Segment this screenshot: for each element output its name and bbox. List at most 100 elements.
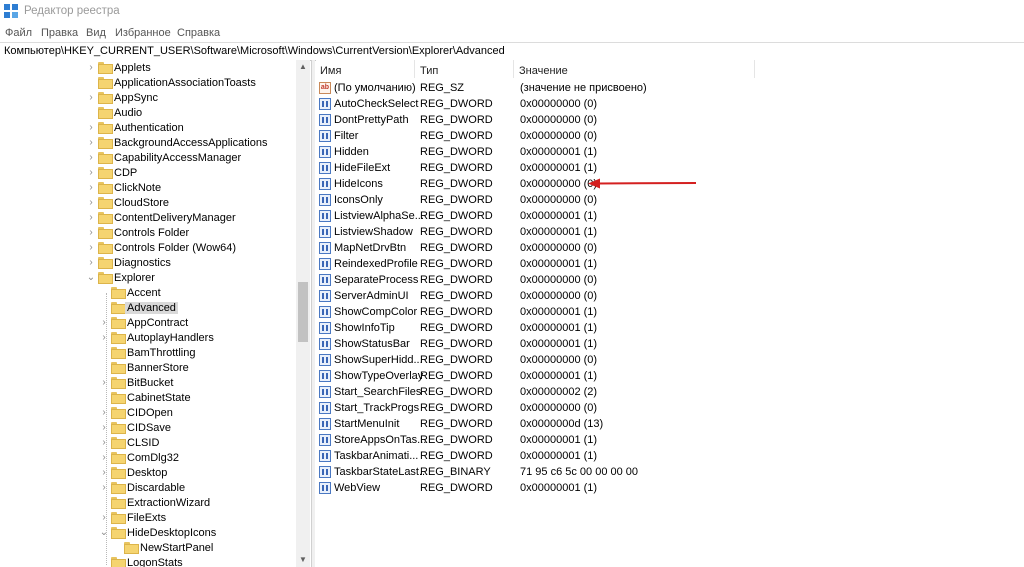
table-row[interactable]: ListviewAlphaSe... REG_DWORD 0x00000001 … (316, 209, 1016, 224)
column-divider[interactable] (513, 60, 514, 78)
binary-value-icon (319, 338, 331, 350)
chevron-right-icon[interactable]: › (86, 63, 96, 73)
table-row[interactable]: ReindexedProfile REG_DWORD 0x00000001 (1… (316, 257, 1016, 272)
table-row[interactable]: ShowTypeOverlay REG_DWORD 0x00000001 (1) (316, 369, 1016, 384)
chevron-right-icon[interactable]: › (99, 453, 109, 463)
chevron-right-icon[interactable]: › (86, 198, 96, 208)
value-name: ShowInfoTip (334, 322, 395, 334)
table-row[interactable]: IconsOnly REG_DWORD 0x00000000 (0) (316, 193, 1016, 208)
chevron-right-icon[interactable]: › (99, 318, 109, 328)
regedit-icon (4, 4, 18, 18)
menu-edit[interactable]: Правка (41, 27, 78, 39)
tree-item-label: Explorer (114, 272, 155, 284)
tree-item-label: HideDesktopIcons (127, 527, 217, 539)
scroll-down-icon[interactable]: ▼ (296, 553, 310, 567)
value-type: REG_DWORD (420, 130, 493, 142)
value-name: SeparateProcess (334, 274, 419, 286)
tree-item-label: CapabilityAccessManager (114, 152, 242, 164)
address-bar[interactable]: Компьютер\HKEY_CURRENT_USER\Software\Mic… (0, 42, 1024, 61)
value-name: ShowSuperHidd... (334, 354, 423, 366)
value-data: 0x00000001 (1) (520, 306, 598, 318)
chevron-down-icon[interactable]: ⌄ (99, 528, 109, 538)
chevron-right-icon[interactable]: › (86, 93, 96, 103)
value-name: StartMenuInit (334, 418, 400, 430)
value-name: HideIcons (334, 178, 383, 190)
table-row[interactable]: SeparateProcess REG_DWORD 0x00000000 (0) (316, 273, 1016, 288)
chevron-right-icon[interactable]: › (86, 138, 96, 148)
chevron-right-icon[interactable]: › (99, 483, 109, 493)
chevron-right-icon[interactable]: › (86, 228, 96, 238)
chevron-right-icon[interactable]: › (86, 153, 96, 163)
menu-view[interactable]: Вид (86, 27, 106, 39)
chevron-right-icon[interactable]: › (86, 213, 96, 223)
tree-scrollbar[interactable]: ▲ ▼ (296, 60, 310, 567)
table-row[interactable]: Start_SearchFiles REG_DWORD 0x00000002 (… (316, 385, 1016, 400)
folder-icon (111, 437, 126, 449)
binary-value-icon (319, 178, 331, 190)
table-row[interactable]: HideFileExt REG_DWORD 0x00000001 (1) (316, 161, 1016, 176)
binary-value-icon (319, 146, 331, 158)
chevron-right-icon[interactable]: › (99, 333, 109, 343)
folder-icon (98, 227, 113, 239)
chevron-right-icon[interactable]: › (86, 243, 96, 253)
table-row[interactable]: ShowInfoTip REG_DWORD 0x00000001 (1) (316, 321, 1016, 336)
table-row[interactable]: StoreAppsOnTas... REG_DWORD 0x00000001 (… (316, 433, 1016, 448)
binary-value-icon (319, 386, 331, 398)
scroll-thumb[interactable] (298, 282, 308, 342)
table-row[interactable]: ServerAdminUI REG_DWORD 0x00000000 (0) (316, 289, 1016, 304)
value-data: (значение не присвоено) (520, 82, 647, 94)
tree-item-label: ComDlg32 (127, 452, 179, 464)
binary-value-icon (319, 226, 331, 238)
chevron-right-icon[interactable]: › (86, 258, 96, 268)
value-type: REG_DWORD (420, 434, 493, 446)
key-tree[interactable]: › Applets ApplicationAssociationToasts ›… (0, 60, 310, 567)
table-row[interactable]: Filter REG_DWORD 0x00000000 (0) (316, 129, 1016, 144)
binary-value-icon (319, 482, 331, 494)
table-row[interactable]: ShowStatusBar REG_DWORD 0x00000001 (1) (316, 337, 1016, 352)
menu-help[interactable]: Справка (177, 27, 220, 39)
table-row[interactable]: TaskbarAnimati... REG_DWORD 0x00000001 (… (316, 449, 1016, 464)
value-name: (По умолчанию) (334, 82, 416, 94)
tree-item-label: BannerStore (127, 362, 189, 374)
value-data: 0x00000000 (0) (520, 114, 598, 126)
table-row[interactable]: TaskbarStateLast... REG_BINARY 71 95 c6 … (316, 465, 1016, 480)
table-row[interactable]: ShowCompColor REG_DWORD 0x00000001 (1) (316, 305, 1016, 320)
menu-file[interactable]: Файл (5, 27, 32, 39)
chevron-down-icon[interactable]: ⌄ (86, 273, 96, 283)
chevron-right-icon[interactable]: › (99, 468, 109, 478)
table-row[interactable]: ShowSuperHidd... REG_DWORD 0x00000000 (0… (316, 353, 1016, 368)
folder-icon (111, 317, 126, 329)
table-row[interactable]: StartMenuInit REG_DWORD 0x0000000d (13) (316, 417, 1016, 432)
chevron-right-icon[interactable]: › (99, 513, 109, 523)
table-row[interactable]: ListviewShadow REG_DWORD 0x00000001 (1) (316, 225, 1016, 240)
chevron-right-icon[interactable]: › (99, 438, 109, 448)
column-header-name[interactable]: Имя (320, 65, 341, 77)
scroll-up-icon[interactable]: ▲ (296, 60, 310, 74)
table-row[interactable]: Hidden REG_DWORD 0x00000001 (1) (316, 145, 1016, 160)
column-divider[interactable] (414, 60, 415, 78)
chevron-right-icon[interactable]: › (86, 183, 96, 193)
chevron-right-icon[interactable]: › (99, 378, 109, 388)
chevron-right-icon[interactable]: › (99, 423, 109, 433)
table-row[interactable]: Start_TrackProgs REG_DWORD 0x00000000 (0… (316, 401, 1016, 416)
folder-icon (98, 152, 113, 164)
tree-item-label: Audio (114, 107, 143, 119)
column-divider[interactable] (754, 60, 755, 78)
values-list[interactable]: Имя Тип Значение ab (По умолчанию) REG_S… (316, 60, 1024, 567)
table-row[interactable]: ab (По умолчанию) REG_SZ (значение не пр… (316, 81, 1016, 96)
pane-splitter[interactable] (311, 60, 315, 567)
chevron-right-icon[interactable]: › (99, 408, 109, 418)
folder-icon (124, 542, 139, 554)
table-row[interactable]: AutoCheckSelect REG_DWORD 0x00000000 (0) (316, 97, 1016, 112)
value-data: 0x00000001 (1) (520, 146, 598, 158)
table-row[interactable]: WebView REG_DWORD 0x00000001 (1) (316, 481, 1016, 496)
title-bar: Редактор реестра (0, 0, 1024, 24)
chevron-right-icon[interactable]: › (86, 168, 96, 178)
column-header-type[interactable]: Тип (420, 65, 438, 77)
table-row[interactable]: MapNetDrvBtn REG_DWORD 0x00000000 (0) (316, 241, 1016, 256)
chevron-right-icon[interactable]: › (86, 123, 96, 133)
address-path[interactable]: Компьютер\HKEY_CURRENT_USER\Software\Mic… (4, 45, 505, 57)
table-row[interactable]: DontPrettyPath REG_DWORD 0x00000000 (0) (316, 113, 1016, 128)
column-header-data[interactable]: Значение (519, 65, 568, 77)
menu-favorites[interactable]: Избранное (115, 27, 171, 39)
